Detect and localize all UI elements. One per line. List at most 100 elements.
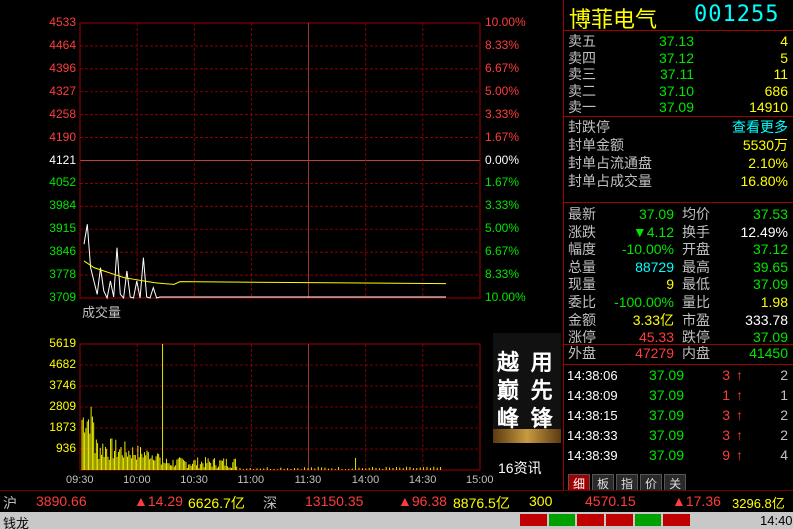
limit-label: 封单金额 xyxy=(568,137,624,153)
limit-row: 封单占成交量 16.80% xyxy=(564,173,792,190)
tick-row[interactable]: 14:38:06 37.09 3 ↑ 2 xyxy=(564,367,792,384)
view-more-link[interactable]: 查看更多 xyxy=(714,119,788,136)
tick-count: 2 xyxy=(780,367,788,383)
c3-value: 4570.15 xyxy=(585,493,636,509)
ob-volume: 11 xyxy=(773,66,788,82)
quote-label: 市盈 xyxy=(682,311,710,328)
quote-value: ▼4.12 xyxy=(632,223,674,240)
time-tick-label: 11:00 xyxy=(237,474,265,486)
avg-price-line xyxy=(83,260,447,285)
quote-row: 现量 9 最低 37.09 xyxy=(564,276,792,293)
price-tick-label: 4396 xyxy=(49,60,76,75)
index-bar[interactable]: 沪 3890.66 ▲14.29 6626.7亿 深 13150.35 ▲96.… xyxy=(0,490,793,512)
quote-value: -100.00% xyxy=(614,294,674,310)
tick-time: 14:38:06 xyxy=(567,368,618,383)
tick-time: 14:38:09 xyxy=(567,388,618,403)
tick-row[interactable]: 14:38:39 37.09 9 ↑ 4 xyxy=(564,447,792,464)
status-time: 14:40 xyxy=(760,513,793,528)
sz-value: 13150.35 xyxy=(305,493,364,509)
tick-price: 37.09 xyxy=(648,427,684,443)
pct-tick-label: 10.00% xyxy=(485,290,526,304)
ob-volume: 14910 xyxy=(749,99,788,115)
pct-tick-label: 0.00% xyxy=(485,152,520,167)
up-arrow-icon: ↑ xyxy=(736,387,743,403)
quote-label: 现量 xyxy=(568,276,596,293)
app-label: 钱龙 xyxy=(3,516,30,529)
quote-label: 开盘 xyxy=(682,241,710,258)
order-book-row: 卖一 37.09 14910 xyxy=(564,99,792,116)
limit-value: 16.80% xyxy=(740,173,788,189)
ob-volume: 5 xyxy=(780,49,788,66)
quote-value: 1.98 xyxy=(760,294,788,310)
pct-tick-label: 1.67% xyxy=(485,175,520,190)
volume-tick-label: 5619 xyxy=(49,336,76,350)
order-book-row: 卖五 37.13 4 xyxy=(564,33,792,50)
pct-tick-label: 8.33% xyxy=(485,267,520,282)
tick-row[interactable]: 14:38:33 37.09 3 ↑ 2 xyxy=(564,427,792,444)
c3-label: 300 xyxy=(529,493,553,509)
price-line xyxy=(83,224,162,300)
up-arrow-icon: ↑ xyxy=(736,427,743,443)
up-arrow-icon: ↑ xyxy=(736,447,743,463)
tick-volume: 3 xyxy=(722,427,730,443)
up-arrow-icon: ↑ xyxy=(736,407,743,423)
quote-value: 37.09 xyxy=(638,206,674,222)
quote-value: 39.65 xyxy=(752,258,788,275)
time-tick-label: 14:00 xyxy=(351,474,380,486)
pct-tick-label: 5.00% xyxy=(485,83,520,98)
outer-value: 47279 xyxy=(635,345,674,361)
quote-row: 委比 -100.00% 量比 1.98 xyxy=(564,294,792,311)
sh-amount: 6626.7亿 xyxy=(188,495,245,511)
time-tick-label: 10:30 xyxy=(180,474,208,486)
quote-panel: 博菲电气 001255 卖五 37.13 4 卖四 37.12 5 卖三 37.11… xyxy=(563,0,793,493)
volume-tick-label: 936 xyxy=(55,441,76,455)
pct-tick-label: 10.00% xyxy=(485,15,526,29)
tick-row[interactable]: 14:38:09 37.09 1 ↑ 1 xyxy=(564,387,792,404)
limit-label: 封单占成交量 xyxy=(568,173,652,189)
ob-volume: 686 xyxy=(764,82,788,99)
ad-banner[interactable]: 越 用 巅 先 峰 锋 xyxy=(493,333,561,443)
news-link[interactable]: 16资讯 xyxy=(498,458,542,478)
time-tick-label: 10:00 xyxy=(123,474,151,486)
quote-value: -10.00% xyxy=(621,241,674,258)
ob-price: 37.11 xyxy=(660,66,694,82)
limit-value: 2.10% xyxy=(748,155,788,171)
quote-value: 333.78 xyxy=(745,311,788,328)
ob-label: 卖二 xyxy=(568,82,596,99)
quote-value: 12.49% xyxy=(740,223,788,240)
up-arrow-icon: ↑ xyxy=(736,367,743,383)
pct-tick-label: 8.33% xyxy=(485,37,520,52)
inner-value: 41450 xyxy=(749,345,788,361)
quote-label: 金额 xyxy=(568,311,596,328)
tick-count: 2 xyxy=(780,427,788,443)
price-volume-chart[interactable] xyxy=(0,0,560,490)
volume-tick-label: 1873 xyxy=(49,420,76,434)
outer-inner-row: 外盘 47279 内盘 41450 xyxy=(564,345,792,362)
price-tick-label: 4052 xyxy=(49,175,76,190)
price-tick-label: 3915 xyxy=(49,221,76,236)
ob-price: 37.09 xyxy=(658,99,694,115)
quote-row: 涨跌 ▼4.12 换手 12.49% xyxy=(564,224,792,241)
quote-row: 总量 88729 最高 39.65 xyxy=(564,259,792,276)
sh-change: ▲14.29 xyxy=(134,493,183,509)
tick-row[interactable]: 14:38:15 37.09 3 ↑ 2 xyxy=(564,407,792,424)
price-tick-label: 3846 xyxy=(49,244,76,259)
quote-label: 均价 xyxy=(682,206,710,222)
quote-label: 总量 xyxy=(568,258,596,275)
quote-value: 37.53 xyxy=(752,206,788,222)
quote-value: 37.09 xyxy=(752,276,788,293)
pct-tick-label: 3.33% xyxy=(485,106,520,121)
pct-tick-label: 1.67% xyxy=(485,129,520,144)
quote-label: 量比 xyxy=(682,294,710,310)
price-tick-label: 3778 xyxy=(49,267,76,282)
tick-price: 37.09 xyxy=(648,407,684,423)
tick-volume: 9 xyxy=(722,447,730,463)
quote-label: 最高 xyxy=(682,258,710,275)
volume-label: 成交量 xyxy=(82,305,122,320)
pct-tick-label: 6.67% xyxy=(485,60,520,75)
quote-value: 88729 xyxy=(635,258,674,275)
ob-label: 卖三 xyxy=(568,66,596,82)
stock-header: 博菲电气 001255 xyxy=(564,0,793,33)
limit-title: 封跌停 xyxy=(568,119,610,135)
quote-label: 涨跌 xyxy=(568,223,596,240)
